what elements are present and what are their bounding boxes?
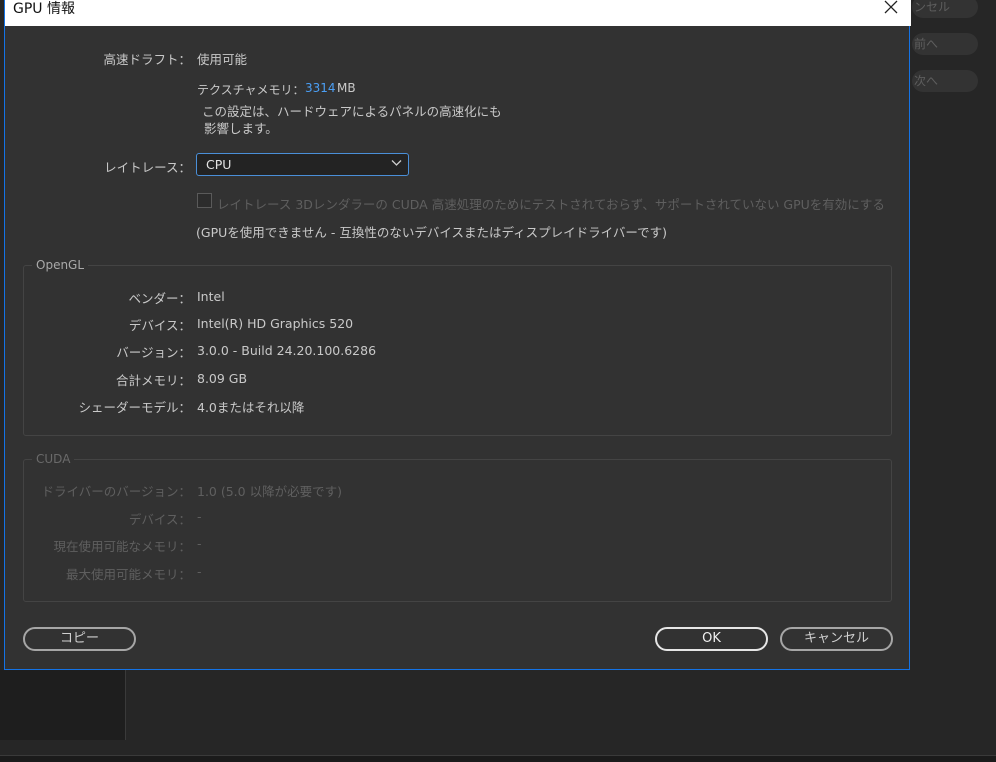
close-icon (884, 0, 898, 14)
opengl-group-title: OpenGL (32, 258, 89, 272)
close-button[interactable] (871, 0, 911, 26)
chevron-down-icon (391, 160, 402, 166)
background-prev-button[interactable]: 前へ (912, 33, 978, 55)
raytrace-select[interactable]: CPU (196, 153, 409, 176)
texture-memory-label: テクスチャメモリ： (197, 83, 305, 97)
cuda-max-memory-value: - (197, 564, 202, 579)
background-next-button[interactable]: 次へ (912, 70, 978, 92)
draft-value: 使用可能 (197, 52, 248, 67)
cuda-device-value: - (197, 509, 202, 524)
gpu-info-dialog: GPU 情報 高速ドラフト： 使用可能 テクスチャメモリ： 3314 MB この… (4, 0, 911, 670)
copy-button[interactable]: コピー (23, 627, 136, 651)
title-bar: GPU 情報 (5, 0, 911, 26)
dialog-title: GPU 情報 (13, 1, 75, 17)
cancel-button[interactable]: キャンセル (780, 627, 893, 651)
opengl-shader-value: 4.0またはそれ以降 (197, 400, 305, 415)
opengl-version-label: バージョン： (116, 345, 191, 360)
opengl-vendor-label: ベンダー： (128, 291, 191, 306)
raytrace-label: レイトレース： (104, 160, 191, 175)
texture-memory-value: 3314 (305, 81, 336, 95)
raytrace-select-value: CPU (206, 157, 232, 172)
unsupported-gpu-checkbox[interactable] (197, 193, 212, 208)
texture-memory-unit: MB (337, 81, 356, 95)
opengl-device-label: デバイス： (128, 318, 191, 333)
ok-button[interactable]: OK (655, 627, 768, 651)
gpu-status-message: (GPUを使用できません - 互換性のないデバイスまたはディスプレイドライバーで… (196, 225, 667, 240)
background-panel (0, 670, 126, 740)
cuda-available-memory-value: - (197, 536, 202, 551)
opengl-shader-label: シェーダーモデル： (78, 400, 191, 415)
background-cancel-button[interactable]: ンセル (912, 0, 978, 18)
draft-label: 高速ドラフト： (103, 52, 191, 67)
cuda-group-title: CUDA (32, 452, 75, 466)
cuda-available-memory-label: 現在使用可能なメモリ： (53, 539, 191, 554)
cuda-driver-label: ドライバーのバージョン： (41, 484, 191, 499)
opengl-device-value: Intel(R) HD Graphics 520 (197, 316, 354, 331)
opengl-version-value: 3.0.0 - Build 24.20.100.6286 (197, 343, 377, 358)
cuda-device-label: デバイス： (128, 512, 191, 527)
opengl-memory-value: 8.09 GB (197, 371, 248, 386)
cuda-max-memory-label: 最大使用可能メモリ： (65, 567, 191, 582)
opengl-memory-label: 合計メモリ： (115, 373, 191, 388)
unsupported-gpu-label: レイトレース 3Dレンダラーの CUDA 高速処理のためにテストされておらず、サ… (217, 197, 885, 212)
opengl-vendor-value: Intel (197, 289, 225, 304)
cuda-driver-value: 1.0 (5.0 以降が必要です) (197, 484, 342, 499)
note-line-2: 影響します。 (204, 121, 278, 136)
